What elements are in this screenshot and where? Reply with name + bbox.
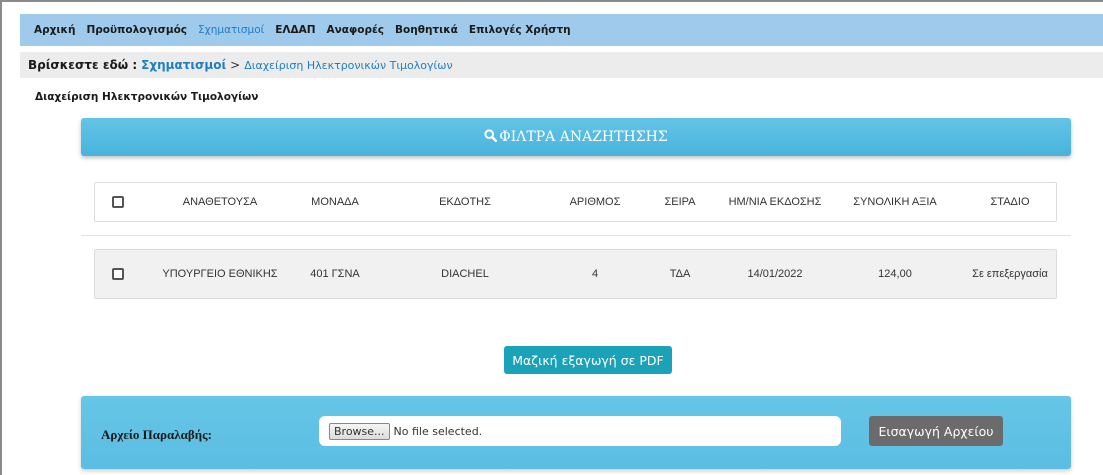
nav-item-reports[interactable]: Αναφορές bbox=[327, 24, 385, 36]
cell-stage: Σε επεξεργασία bbox=[972, 268, 1048, 280]
col-header-total-value[interactable]: ΣΥΝΟΛΙΚΗ ΑΞΙΑ bbox=[835, 196, 955, 208]
col-header-contracting-authority[interactable]: ΑΝΑΘΕΤΟΥΣΑ bbox=[155, 196, 285, 208]
breadcrumb-link-formations[interactable]: Σχηματισμοί bbox=[141, 58, 226, 72]
file-input[interactable]: Browse... No file selected. bbox=[319, 416, 841, 446]
cell-total-value: 124,00 bbox=[878, 268, 912, 280]
nav-item-formations[interactable]: Σχηματισμοί bbox=[198, 24, 264, 36]
table-header: ΑΝΑΘΕΤΟΥΣΑ ΜΟΝΑΔΑ ΕΚΔΟΤΗΣ ΑΡΙΘΜΟΣ ΣΕΙΡΑ … bbox=[94, 182, 1057, 222]
table-divider bbox=[81, 235, 1071, 236]
nav-item-tools[interactable]: Βοηθητικά bbox=[395, 24, 458, 36]
breadcrumb-label: Βρίσκεστε εδώ : bbox=[28, 58, 138, 72]
receipt-file-label: Αρχείο Παραλαβής: bbox=[101, 427, 212, 442]
row-checkbox[interactable] bbox=[112, 268, 124, 280]
cell-series: ΤΔΑ bbox=[669, 268, 691, 280]
breadcrumb: Βρίσκεστε εδώ : Σχηματισμοί > Διαχείριση… bbox=[20, 52, 1103, 78]
col-header-number[interactable]: ΑΡΙΘΜΟΣ bbox=[555, 196, 635, 208]
upload-panel: Αρχείο Παραλαβής: Browse... No file sele… bbox=[81, 396, 1071, 469]
col-header-issue-date[interactable]: ΗΜ/ΝΙΑ ΕΚΔΟΣΗΣ bbox=[715, 196, 835, 208]
cell-number: 4 bbox=[591, 268, 599, 280]
top-nav: Αρχική Προϋπολογισμός Σχηματισμοί ΕΛΔΑΠ … bbox=[20, 14, 1103, 46]
select-all-checkbox[interactable] bbox=[112, 196, 124, 208]
import-file-button[interactable]: Εισαγωγή Αρχείου bbox=[869, 416, 1003, 446]
browse-button[interactable]: Browse... bbox=[329, 422, 390, 440]
search-filters-toggle[interactable]: ΦΙΛΤΡΑ ΑΝΑΖΗΤΗΣΗΣ bbox=[81, 118, 1071, 156]
col-header-series[interactable]: ΣΕΙΡΑ bbox=[650, 196, 710, 208]
file-status-text: No file selected. bbox=[393, 424, 483, 438]
bulk-export-pdf-button[interactable]: Μαζική εξαγωγή σε PDF bbox=[504, 346, 672, 374]
col-header-unit[interactable]: ΜΟΝΑΔΑ bbox=[295, 196, 375, 208]
nav-item-budget[interactable]: Προϋπολογισμός bbox=[86, 24, 187, 36]
app-frame: Αρχική Προϋπολογισμός Σχηματισμοί ΕΛΔΑΠ … bbox=[0, 0, 1103, 475]
breadcrumb-current[interactable]: Διαχείριση Ηλεκτρονικών Τιμολογίων bbox=[244, 59, 452, 72]
nav-item-home[interactable]: Αρχική bbox=[34, 24, 75, 36]
cell-issuer: DIACHEL bbox=[441, 268, 489, 280]
cell-unit: 401 ΓΣΝΑ bbox=[310, 268, 360, 280]
col-header-stage[interactable]: ΣΤΑΔΙΟ bbox=[965, 196, 1055, 208]
cell-contracting-authority: ΥΠΟΥΡΓΕΙΟ ΕΘΝΙΚΗΣ bbox=[162, 268, 278, 280]
nav-item-eldap[interactable]: ΕΛΔΑΠ bbox=[275, 24, 315, 36]
breadcrumb-separator: > bbox=[230, 58, 241, 72]
cell-issue-date: 14/01/2022 bbox=[747, 268, 803, 280]
page-title: Διαχείριση Ηλεκτρονικών Τιμολογίων bbox=[35, 91, 259, 103]
col-header-issuer[interactable]: ΕΚΔΟΤΗΣ bbox=[415, 196, 515, 208]
search-icon bbox=[484, 128, 498, 146]
filters-label: ΦΙΛΤΡΑ ΑΝΑΖΗΤΗΣΗΣ bbox=[499, 129, 668, 145]
table-row[interactable]: ΥΠΟΥΡΓΕΙΟ ΕΘΝΙΚΗΣ 401 ΓΣΝΑ DIACHEL 4 ΤΔΑ… bbox=[94, 249, 1057, 299]
nav-item-user-options[interactable]: Επιλογές Χρήστη bbox=[469, 24, 571, 36]
